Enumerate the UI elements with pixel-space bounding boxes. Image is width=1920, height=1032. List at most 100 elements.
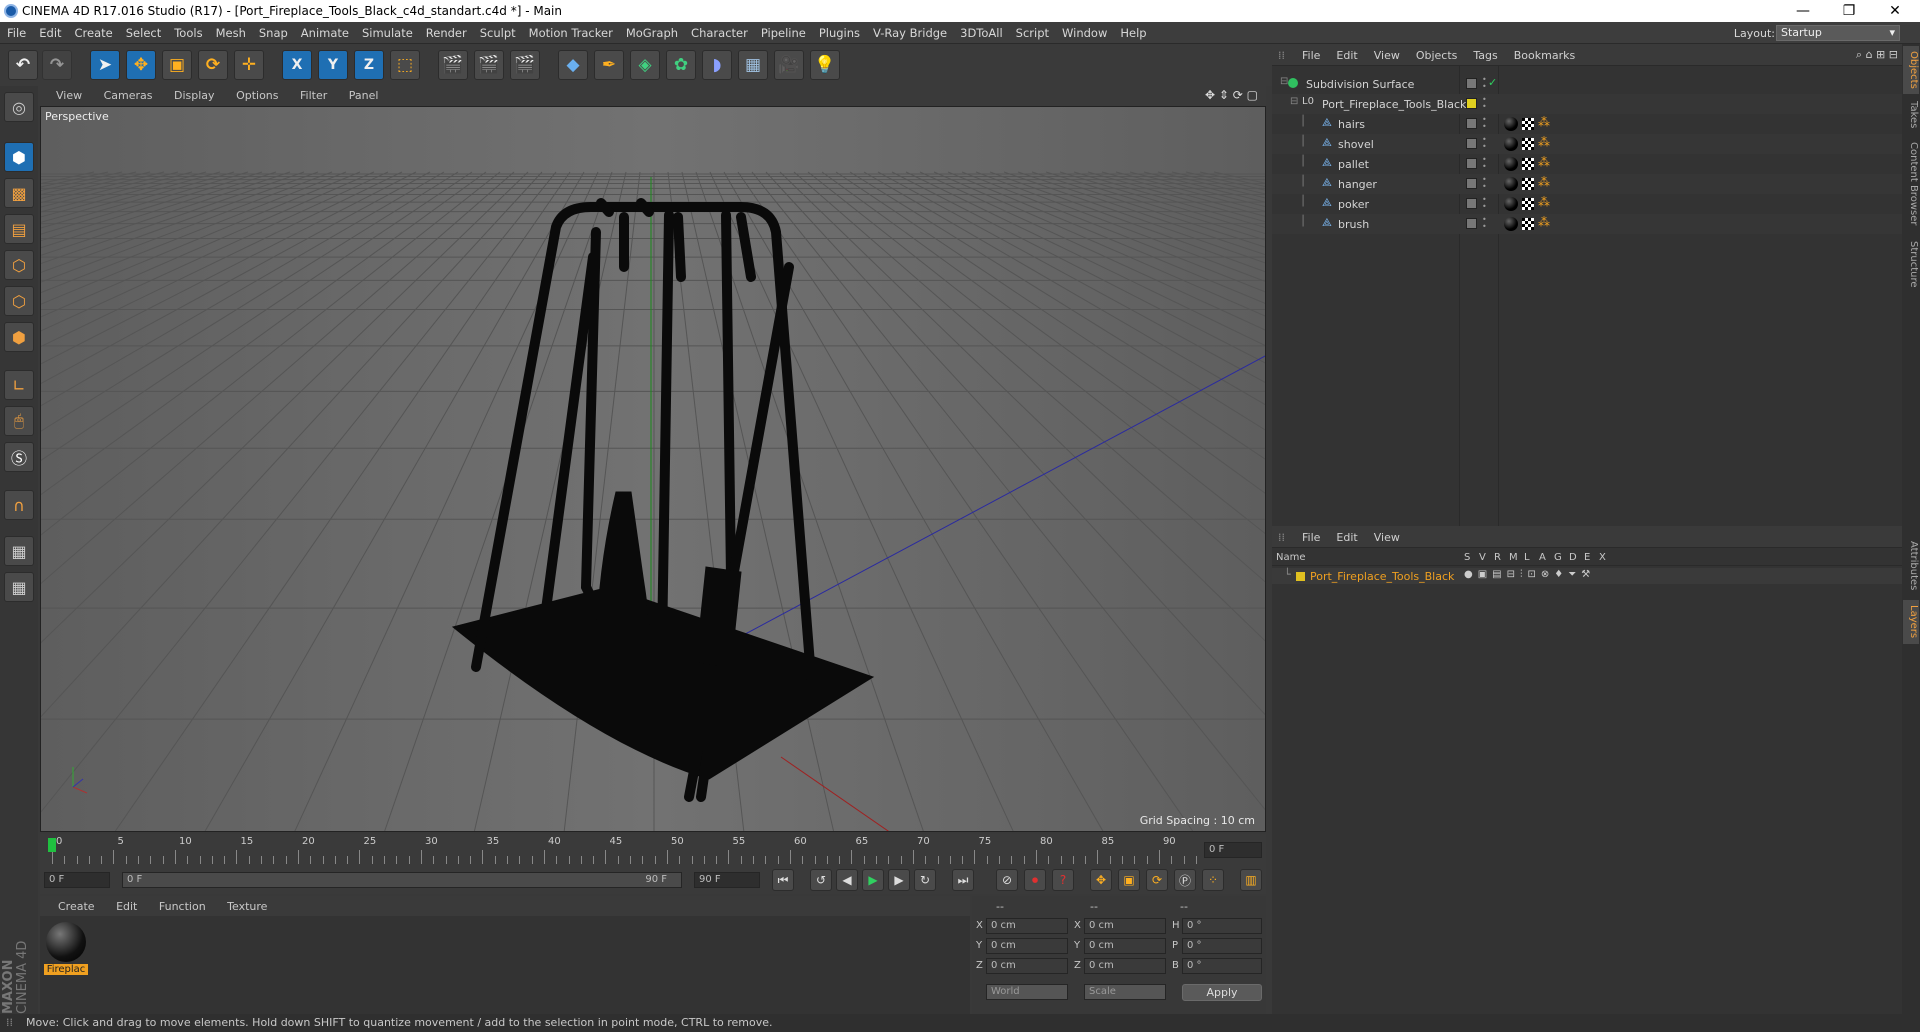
menu-render[interactable]: Render [419, 22, 473, 40]
phong-tag-icon[interactable]: ⁂ [1538, 135, 1550, 149]
visibility-dots-icon[interactable]: • • [1482, 176, 1487, 191]
uvw-tag-icon[interactable] [1522, 158, 1534, 170]
points-mode-button[interactable]: ⬡ [4, 250, 34, 280]
pen-spline-button[interactable]: ✒ [594, 50, 624, 80]
layer-indicator[interactable] [1466, 198, 1477, 209]
menu-select[interactable]: Select [119, 22, 167, 40]
lm-menu-file[interactable]: File [1302, 526, 1320, 544]
playhead-marker[interactable] [48, 838, 56, 852]
layer-flag-header[interactable]: V [1479, 552, 1486, 563]
scale-tool-button[interactable]: ▣ [162, 50, 192, 80]
previous-frame-button[interactable]: ◀ [836, 869, 858, 891]
layout-select[interactable]: Startup ▾ [1776, 25, 1900, 41]
visibility-dots-icon[interactable]: • • [1482, 96, 1487, 111]
visibility-dots-icon[interactable]: • • [1482, 156, 1487, 171]
coord-rotation-field[interactable]: 0 ° [1182, 958, 1262, 974]
menu-plugins[interactable]: Plugins [812, 22, 866, 40]
lm-menu-edit[interactable]: Edit [1336, 526, 1357, 544]
next-keyframe-button[interactable]: ↻ [914, 869, 936, 891]
tab-objects[interactable]: Objects [1903, 46, 1919, 94]
rotate-tool-button[interactable]: ⟳ [198, 50, 228, 80]
lock-workplane-button[interactable]: ▦ [4, 536, 34, 566]
uvw-tag-icon[interactable] [1522, 198, 1534, 210]
layer-flag-header[interactable]: L [1524, 552, 1530, 563]
visibility-dots-icon[interactable]: • • [1482, 76, 1487, 91]
timeline-window-button[interactable]: ▥ [1240, 869, 1262, 891]
material-tag-icon[interactable] [1504, 137, 1518, 151]
autokey-button[interactable]: ? [1052, 869, 1074, 891]
layer-flag-header[interactable]: S [1464, 552, 1470, 563]
layer-flag-header[interactable]: X [1599, 552, 1606, 563]
material-menu-texture[interactable]: Texture [227, 896, 267, 913]
menu-vray-bridge[interactable]: V-Ray Bridge [866, 22, 953, 40]
menu-character[interactable]: Character [684, 22, 754, 40]
key-parameter-button[interactable]: Ⓟ [1174, 869, 1196, 891]
menu-mesh[interactable]: Mesh [209, 22, 252, 40]
viewport-menu-cameras[interactable]: Cameras [104, 86, 153, 102]
close-button[interactable]: ✕ [1875, 2, 1915, 20]
key-position-button[interactable]: ✥ [1090, 869, 1112, 891]
world-dropdown[interactable]: World [986, 984, 1068, 1000]
menu-script[interactable]: Script [1009, 22, 1055, 40]
layer-indicator[interactable] [1466, 78, 1477, 89]
deformer-button[interactable]: ◗ [702, 50, 732, 80]
model-mode-button[interactable]: ⬢ [4, 142, 34, 172]
menu-file[interactable]: File [0, 22, 32, 40]
lm-menu-view[interactable]: View [1374, 526, 1400, 544]
checkmark-icon[interactable]: ✓ [1488, 76, 1497, 89]
motion-path-button[interactable]: ⊘ [996, 869, 1018, 891]
workplane-mode-button[interactable]: ▤ [4, 214, 34, 244]
layer-flag-header[interactable]: A [1539, 552, 1546, 563]
light-button[interactable]: 💡 [810, 50, 840, 80]
uvw-tag-icon[interactable] [1522, 178, 1534, 190]
coord-position-field[interactable]: 0 cm [986, 958, 1068, 974]
layer-flag-header[interactable]: G [1554, 552, 1562, 563]
menu-motion-tracker[interactable]: Motion Tracker [522, 22, 619, 40]
current-frame-field[interactable]: 0 F [1204, 842, 1262, 858]
menu-mograph[interactable]: MoGraph [619, 22, 684, 40]
subdivision-surface-button[interactable]: ◈ [630, 50, 660, 80]
coord-size-field[interactable]: 0 cm [1084, 958, 1166, 974]
om-menu-bookmarks[interactable]: Bookmarks [1514, 44, 1575, 62]
material-tag-icon[interactable] [1504, 217, 1518, 231]
uvw-tag-icon[interactable] [1522, 218, 1534, 230]
cloner-button[interactable]: ✿ [666, 50, 696, 80]
om-menu-tags[interactable]: Tags [1473, 44, 1497, 62]
render-picture-viewer-button[interactable]: 🎬 [474, 50, 504, 80]
coord-rotation-field[interactable]: 0 ° [1182, 918, 1262, 934]
layer-indicator[interactable] [1466, 158, 1477, 169]
object-row[interactable]: │ ⟁ shovel • • ⁂ [1272, 134, 1902, 154]
material-tag-icon[interactable] [1504, 197, 1518, 211]
viewport-menu-panel[interactable]: Panel [349, 86, 379, 102]
planar-workplane-button[interactable]: ▦ [4, 572, 34, 602]
om-menu-objects[interactable]: Objects [1416, 44, 1458, 62]
menu-pipeline[interactable]: Pipeline [754, 22, 812, 40]
layer-flag-header[interactable]: D [1569, 552, 1577, 563]
x-axis-lock-button[interactable]: X [282, 50, 312, 80]
object-row[interactable]: │ ⟁ hairs • • ⁂ [1272, 114, 1902, 134]
om-search-home-icons[interactable]: ⌕ ⌂ ⊞ ⊟ [1856, 48, 1898, 62]
phong-tag-icon[interactable]: ⁂ [1538, 115, 1550, 129]
tab-content-browser[interactable]: Content Browser [1903, 136, 1919, 232]
object-row[interactable]: ⊟ L0 Port_Fireplace_Tools_Black • • [1272, 94, 1902, 114]
move-tool-button[interactable]: ✥ [126, 50, 156, 80]
texture-mode-button[interactable]: ▩ [4, 178, 34, 208]
menu-sculpt[interactable]: Sculpt [473, 22, 522, 40]
coordinate-system-button[interactable]: ⬚ [390, 50, 420, 80]
play-button[interactable]: ▶ [862, 869, 884, 891]
key-scale-button[interactable]: ▣ [1118, 869, 1140, 891]
tweak-mode-button[interactable]: 🖱 [4, 406, 34, 436]
menu-create[interactable]: Create [68, 22, 119, 40]
goto-start-button[interactable]: ⏮ [772, 869, 794, 891]
menu-snap[interactable]: Snap [252, 22, 294, 40]
end-frame-field[interactable]: 90 F [694, 872, 760, 888]
visibility-dots-icon[interactable]: • • [1482, 216, 1487, 231]
polygons-mode-button[interactable]: ⬢ [4, 322, 34, 352]
minimize-button[interactable]: — [1783, 2, 1823, 20]
scale-dropdown[interactable]: Scale [1084, 984, 1166, 1000]
material-swatch[interactable]: Fireplac [44, 920, 88, 984]
3d-viewport[interactable]: Perspective Grid Spacing : 10 cm [40, 106, 1266, 832]
layer-indicator[interactable] [1466, 218, 1477, 229]
object-row[interactable]: │ ⟁ brush • • ⁂ [1272, 214, 1902, 234]
phong-tag-icon[interactable]: ⁂ [1538, 155, 1550, 169]
